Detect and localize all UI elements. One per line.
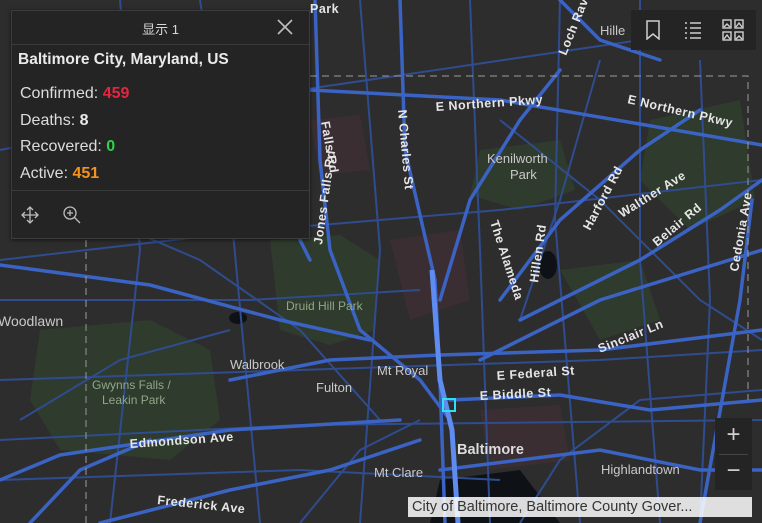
zoom-to-button[interactable] [62, 205, 82, 225]
label-fulton: Fulton [316, 380, 352, 395]
stat-confirmed: Confirmed: 459 [18, 81, 303, 108]
basemap-gallery-icon [722, 19, 744, 41]
label-mt-royal: Mt Royal [377, 363, 428, 378]
move-button[interactable] [20, 205, 40, 225]
zoom-to-icon [63, 206, 81, 224]
stat-deaths: Deaths: 8 [18, 108, 303, 135]
map-toolbar [631, 10, 756, 50]
label-gwynns-falls: Gwynns Falls / [92, 378, 171, 392]
label-kenilworth-park: Park [510, 167, 537, 182]
label-baltimore: Baltimore [457, 442, 524, 458]
stat-value: 459 [102, 85, 130, 102]
zoom-in-button[interactable]: + [715, 418, 752, 454]
popup-body: Baltimore City, Maryland, US Confirmed: … [12, 45, 309, 187]
map-attribution[interactable]: City of Baltimore, Baltimore County Gove… [408, 497, 752, 517]
popup-title: 显示 1 [142, 22, 179, 37]
stat-value: 0 [106, 138, 116, 155]
stat-active: Active: 451 [18, 161, 303, 188]
popup-header: 显示 1 [12, 11, 309, 45]
label-druid-hill-park: Druid Hill Park [286, 299, 364, 313]
label-kenilworth: Kenilworth [487, 151, 548, 166]
stat-value: 451 [72, 164, 100, 182]
bookmark-icon [646, 20, 660, 40]
label-hille: Hille [600, 23, 625, 38]
zoom-out-button[interactable]: − [715, 454, 752, 490]
road-label-park: Park [310, 2, 339, 16]
stat-value: 8 [79, 111, 89, 129]
close-icon [277, 19, 293, 35]
bookmarks-button[interactable] [633, 10, 673, 50]
zoom-control: + − [715, 418, 752, 490]
popup-footer [12, 190, 309, 238]
layer-list-icon [685, 22, 701, 39]
close-button[interactable] [275, 17, 295, 37]
popup-place-name: Baltimore City, Maryland, US [18, 51, 229, 68]
label-highlandtown: Highlandtown [601, 462, 680, 477]
stat-label: Recovered: [20, 138, 102, 155]
stat-label: Confirmed: [20, 85, 99, 102]
layer-list-button[interactable] [673, 10, 713, 50]
label-woodlawn: Woodlawn [0, 313, 63, 329]
stat-label: Deaths: [20, 111, 76, 129]
move-icon [21, 206, 39, 224]
label-walbrook: Walbrook [230, 357, 285, 372]
stat-label: Active: [20, 164, 69, 182]
stat-recovered: Recovered: 0 [18, 134, 303, 161]
feature-popup: 显示 1 Baltimore City, Maryland, US Confir… [11, 10, 310, 239]
basemap-gallery-button[interactable] [713, 10, 753, 50]
label-leakin-park: Leakin Park [102, 393, 166, 407]
label-mt-clare: Mt Clare [374, 465, 423, 480]
